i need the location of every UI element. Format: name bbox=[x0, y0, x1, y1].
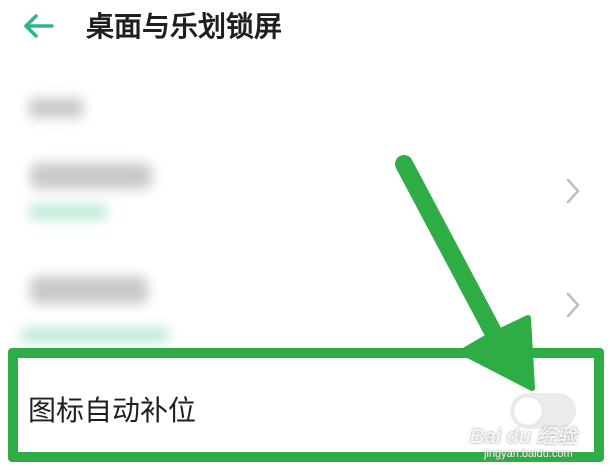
section-header bbox=[28, 98, 84, 118]
arrow-left-icon bbox=[24, 14, 54, 38]
auto-fill-icons-toggle[interactable] bbox=[510, 393, 576, 429]
auto-fill-icons-label: 图标自动补位 bbox=[28, 394, 197, 427]
settings-row-2[interactable] bbox=[0, 258, 610, 346]
chevron-right-icon bbox=[566, 292, 580, 318]
toggle-knob bbox=[514, 397, 542, 425]
page-title: 桌面与乐划锁屏 bbox=[86, 10, 283, 43]
chevron-right-icon bbox=[566, 178, 580, 204]
row-2-title bbox=[30, 276, 148, 304]
back-button[interactable] bbox=[18, 6, 66, 46]
row-2-subtitle bbox=[20, 328, 170, 342]
row-1-title bbox=[30, 163, 152, 189]
row-1-subtitle bbox=[28, 205, 108, 219]
settings-screen: 桌面与乐划锁屏 图标自动补位 Bai du 经验 jingyan.baidu.c… bbox=[0, 0, 610, 472]
settings-row-1[interactable] bbox=[0, 145, 610, 240]
